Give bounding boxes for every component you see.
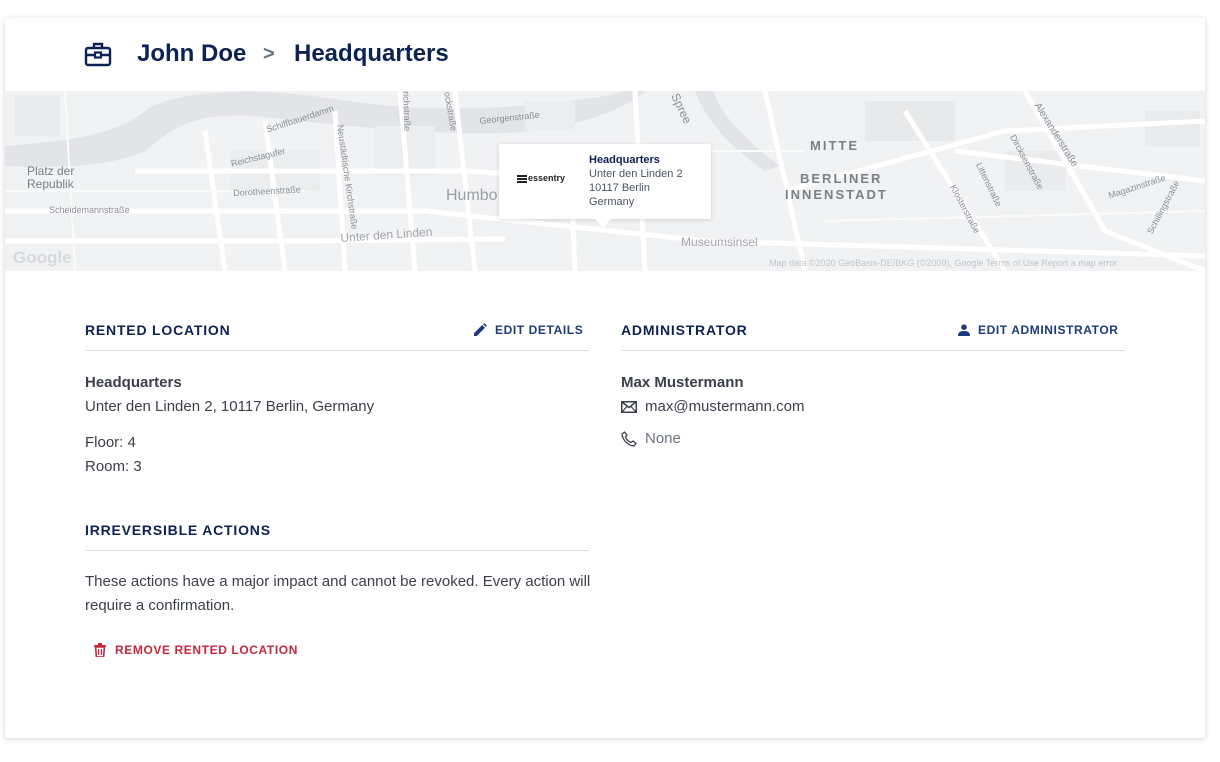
edit-administrator-button[interactable]: EDIT ADMINISTRATOR: [958, 323, 1119, 337]
map-label: INNENSTADT: [785, 187, 888, 202]
map-label: Museumsinsel: [681, 235, 758, 249]
essentry-logo: essentry: [517, 173, 565, 183]
location-floor: Floor: 4: [85, 434, 136, 451]
section-divider: [621, 350, 1125, 351]
location-name: Headquarters: [85, 374, 182, 391]
location-map[interactable]: Platz der Republik Schiffbauerdamm Reich…: [5, 91, 1205, 271]
rented-location-title: RENTED LOCATION: [85, 322, 231, 338]
remove-rented-location-label: REMOVE RENTED LOCATION: [115, 643, 298, 657]
map-label: richstraße: [401, 91, 413, 132]
popup-address-line: 10117 Berlin: [589, 182, 650, 194]
google-logo: Google: [13, 248, 72, 267]
map-popup[interactable]: essentry Headquarters Unter den Linden 2…: [499, 144, 711, 227]
irreversible-actions-title: IRREVERSIBLE ACTIONS: [85, 522, 271, 538]
map-attribution[interactable]: Map data ©2020 GeoBasis-DE/BKG (©2009), …: [769, 258, 1117, 268]
location-address: Unter den Linden 2, 10117 Berlin, German…: [85, 398, 375, 415]
section-divider: [85, 350, 589, 351]
irreversible-description: These actions have a major impact and ca…: [85, 573, 591, 614]
page-header: John Doe > Headquarters: [5, 18, 1205, 91]
breadcrumb-current: Headquarters: [294, 40, 449, 67]
map-label: Humbo: [446, 187, 498, 204]
administrator-title: ADMINISTRATOR: [621, 322, 748, 338]
administrator-phone: None: [645, 430, 681, 447]
section-divider: [85, 550, 589, 551]
map-label: Republik: [27, 177, 74, 191]
administrator-email[interactable]: max@mustermann.com: [645, 398, 804, 415]
breadcrumb-separator: >: [263, 43, 275, 65]
map-label: Scheidemannstraße: [49, 205, 130, 215]
popup-title: Headquarters: [589, 154, 660, 166]
edit-details-label: EDIT DETAILS: [495, 323, 584, 337]
popup-address-line: Germany: [589, 196, 635, 208]
map-label: Platz der: [27, 164, 75, 178]
trash-icon: [94, 643, 106, 657]
remove-rented-location-button[interactable]: REMOVE RENTED LOCATION: [94, 643, 298, 657]
edit-administrator-label: EDIT ADMINISTRATOR: [978, 323, 1119, 337]
person-icon: [958, 324, 970, 336]
administrator-name: Max Mustermann: [621, 374, 744, 391]
location-card: John Doe > Headquarters Platz der Republ…: [5, 18, 1205, 738]
envelope-icon: [621, 401, 637, 413]
popup-address-line: Unter den Linden 2: [589, 168, 683, 180]
location-room: Room: 3: [85, 458, 142, 475]
pencil-icon: [474, 323, 487, 336]
phone-icon: [621, 431, 637, 447]
edit-details-button[interactable]: EDIT DETAILS: [473, 323, 583, 337]
briefcase-icon: [84, 42, 112, 67]
map-label: BERLINER: [800, 171, 883, 186]
map-label: MITTE: [810, 138, 859, 153]
breadcrumb-parent[interactable]: John Doe: [137, 40, 246, 68]
